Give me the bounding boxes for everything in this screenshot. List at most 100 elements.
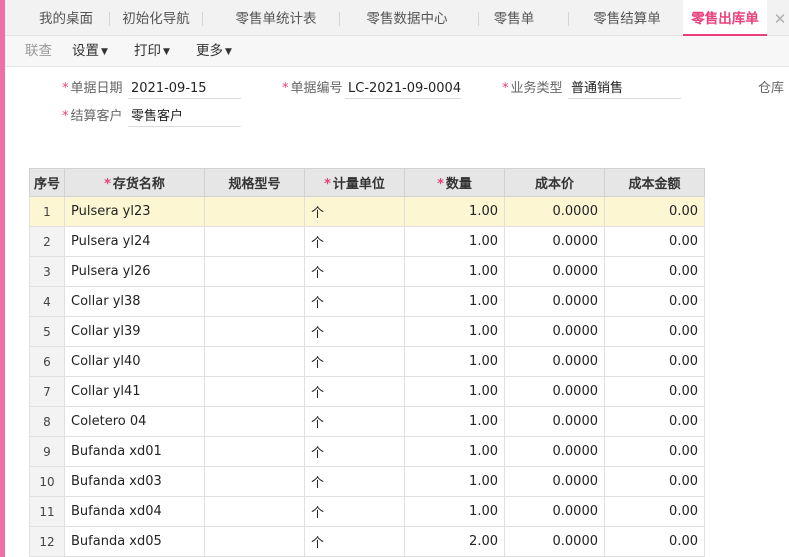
row-item-name[interactable]: Coletero 04 <box>64 406 205 437</box>
row-cost-amount[interactable]: 0.00 <box>604 406 705 437</box>
row-spec[interactable] <box>204 346 305 377</box>
row-item-name[interactable]: Bufanda xd03 <box>64 466 205 497</box>
header-quantity[interactable]: * 数量 <box>404 168 505 197</box>
row-unit[interactable]: 个 <box>304 196 405 227</box>
row-unit[interactable]: 个 <box>304 346 405 377</box>
row-quantity[interactable]: 1.00 <box>404 496 505 527</box>
row-cost-price[interactable]: 0.0000 <box>504 406 605 437</box>
table-row[interactable]: 11 Bufanda xd04 个 1.00 0.0000 0.00 <box>29 496 705 527</box>
row-unit[interactable]: 个 <box>304 406 405 437</box>
tab-retail-data-center[interactable]: 零售数据中心 <box>348 0 466 36</box>
row-spec[interactable] <box>204 496 305 527</box>
row-cost-amount[interactable]: 0.00 <box>604 376 705 407</box>
row-quantity[interactable]: 1.00 <box>404 346 505 377</box>
table-row[interactable]: 2 Pulsera yl24 个 1.00 0.0000 0.00 <box>29 226 705 257</box>
row-spec[interactable] <box>204 316 305 347</box>
row-item-name[interactable]: Collar yl38 <box>64 286 205 317</box>
header-unit[interactable]: * 计量单位 <box>304 168 405 197</box>
row-item-name[interactable]: Collar yl40 <box>64 346 205 377</box>
row-quantity[interactable]: 1.00 <box>404 196 505 227</box>
header-cost-price[interactable]: 成本价 <box>504 168 605 197</box>
tab-retail-outbound[interactable]: 零售出库单 <box>683 0 767 36</box>
table-row[interactable]: 5 Collar yl39 个 1.00 0.0000 0.00 <box>29 316 705 347</box>
table-row[interactable]: 10 Bufanda xd03 个 1.00 0.0000 0.00 <box>29 466 705 497</box>
row-quantity[interactable]: 1.00 <box>404 256 505 287</box>
row-spec[interactable] <box>204 286 305 317</box>
row-cost-price[interactable]: 0.0000 <box>504 496 605 527</box>
row-unit[interactable]: 个 <box>304 286 405 317</box>
row-cost-amount[interactable]: 0.00 <box>604 436 705 467</box>
row-quantity[interactable]: 1.00 <box>404 376 505 407</box>
audit-button[interactable]: 联查 <box>25 36 52 67</box>
row-spec[interactable] <box>204 196 305 227</box>
row-cost-price[interactable]: 0.0000 <box>504 316 605 347</box>
table-row[interactable]: 4 Collar yl38 个 1.00 0.0000 0.00 <box>29 286 705 317</box>
doc-date-field[interactable]: 2021-09-15 <box>128 79 241 99</box>
row-cost-price[interactable]: 0.0000 <box>504 436 605 467</box>
business-type-select[interactable]: 普通销售 <box>568 79 681 99</box>
header-item-name[interactable]: * 存货名称 <box>64 168 205 197</box>
row-unit[interactable]: 个 <box>304 496 405 527</box>
table-row[interactable]: 8 Coletero 04 个 1.00 0.0000 0.00 <box>29 406 705 437</box>
row-cost-amount[interactable]: 0.00 <box>604 466 705 497</box>
row-quantity[interactable]: 1.00 <box>404 436 505 467</box>
row-cost-amount[interactable]: 0.00 <box>604 346 705 377</box>
table-row[interactable]: 7 Collar yl41 个 1.00 0.0000 0.00 <box>29 376 705 407</box>
row-spec[interactable] <box>204 376 305 407</box>
row-cost-amount[interactable]: 0.00 <box>604 196 705 227</box>
row-quantity[interactable]: 1.00 <box>404 286 505 317</box>
tab-retail-settlement[interactable]: 零售结算单 <box>569 0 685 36</box>
row-quantity[interactable]: 2.00 <box>404 526 505 557</box>
doc-number-field[interactable]: LC-2021-09-0004 <box>345 79 461 99</box>
row-cost-amount[interactable]: 0.00 <box>604 526 705 557</box>
tab-retail-stats-report[interactable]: 零售单统计表 <box>217 0 335 36</box>
tab-my-desktop[interactable]: 我的桌面 <box>23 0 109 36</box>
row-item-name[interactable]: Bufanda xd04 <box>64 496 205 527</box>
row-item-name[interactable]: Collar yl39 <box>64 316 205 347</box>
close-icon[interactable]: ✕ <box>771 0 789 36</box>
row-unit[interactable]: 个 <box>304 526 405 557</box>
row-spec[interactable] <box>204 466 305 497</box>
row-item-name[interactable]: Collar yl41 <box>64 376 205 407</box>
row-cost-amount[interactable]: 0.00 <box>604 316 705 347</box>
row-spec[interactable] <box>204 436 305 467</box>
table-row[interactable]: 12 Bufanda xd05 个 2.00 0.0000 0.00 <box>29 526 705 557</box>
row-item-name[interactable]: Bufanda xd05 <box>64 526 205 557</box>
tab-retail-order[interactable]: 零售单 <box>483 0 545 36</box>
row-spec[interactable] <box>204 226 305 257</box>
row-cost-price[interactable]: 0.0000 <box>504 376 605 407</box>
row-item-name[interactable]: Bufanda xd01 <box>64 436 205 467</box>
header-cost-amount[interactable]: 成本金额 <box>604 168 705 197</box>
row-cost-price[interactable]: 0.0000 <box>504 286 605 317</box>
row-cost-amount[interactable]: 0.00 <box>604 496 705 527</box>
more-menu-button[interactable]: 更多 ▼ <box>196 36 232 67</box>
row-quantity[interactable]: 1.00 <box>404 226 505 257</box>
table-row[interactable]: 9 Bufanda xd01 个 1.00 0.0000 0.00 <box>29 436 705 467</box>
row-quantity[interactable]: 1.00 <box>404 466 505 497</box>
row-cost-price[interactable]: 0.0000 <box>504 196 605 227</box>
table-row[interactable]: 1 Pulsera yl23 个 1.00 0.0000 0.00 <box>29 196 705 227</box>
row-item-name[interactable]: Pulsera yl24 <box>64 226 205 257</box>
header-spec[interactable]: 规格型号 <box>204 168 305 197</box>
row-quantity[interactable]: 1.00 <box>404 406 505 437</box>
row-cost-price[interactable]: 0.0000 <box>504 526 605 557</box>
table-row[interactable]: 3 Pulsera yl26 个 1.00 0.0000 0.00 <box>29 256 705 287</box>
row-spec[interactable] <box>204 406 305 437</box>
tab-init-navigation[interactable]: 初始化导航 <box>110 0 202 36</box>
row-item-name[interactable]: Pulsera yl26 <box>64 256 205 287</box>
row-cost-price[interactable]: 0.0000 <box>504 466 605 497</box>
row-cost-amount[interactable]: 0.00 <box>604 256 705 287</box>
table-row[interactable]: 6 Collar yl40 个 1.00 0.0000 0.00 <box>29 346 705 377</box>
row-spec[interactable] <box>204 526 305 557</box>
row-cost-amount[interactable]: 0.00 <box>604 286 705 317</box>
customer-field[interactable]: 零售客户 <box>128 107 241 127</box>
row-cost-price[interactable]: 0.0000 <box>504 346 605 377</box>
print-menu-button[interactable]: 打印 ▼ <box>134 36 170 67</box>
settings-menu-button[interactable]: 设置 ▼ <box>72 36 108 67</box>
row-spec[interactable] <box>204 256 305 287</box>
row-unit[interactable]: 个 <box>304 436 405 467</box>
row-item-name[interactable]: Pulsera yl23 <box>64 196 205 227</box>
row-unit[interactable]: 个 <box>304 466 405 497</box>
row-unit[interactable]: 个 <box>304 316 405 347</box>
row-cost-price[interactable]: 0.0000 <box>504 256 605 287</box>
